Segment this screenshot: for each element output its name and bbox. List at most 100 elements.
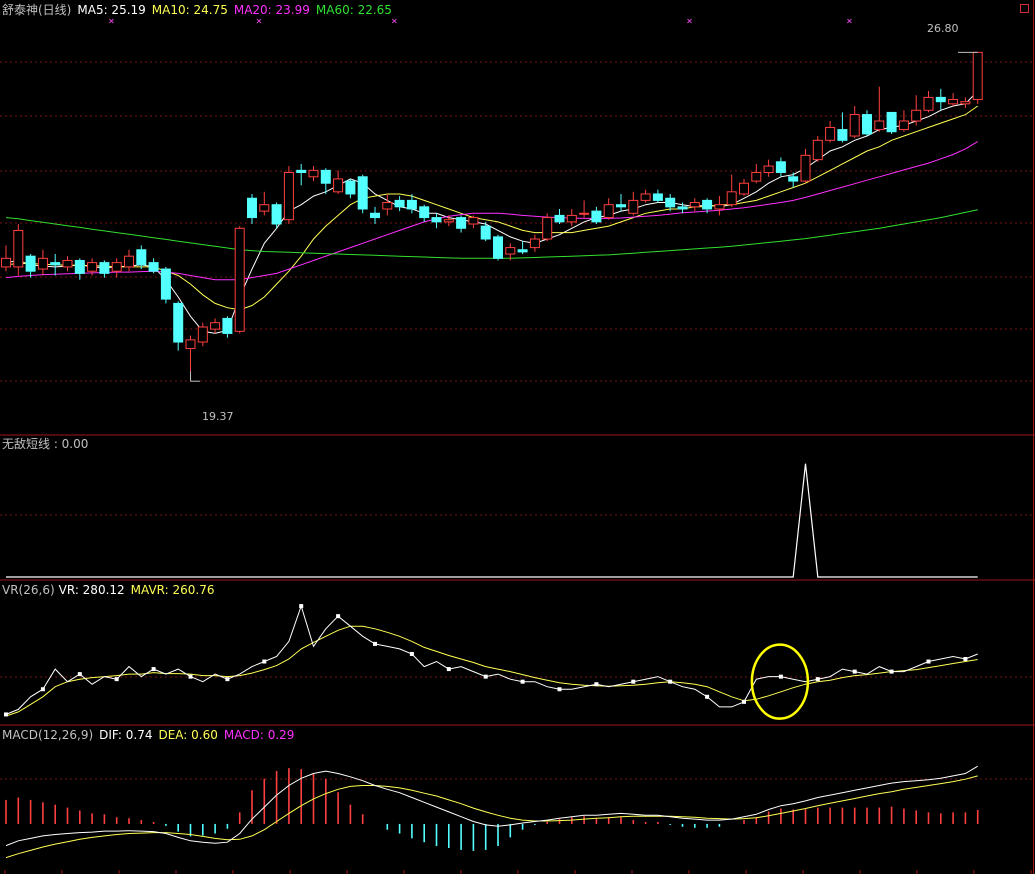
candle-up bbox=[87, 262, 98, 272]
candle-up bbox=[739, 182, 749, 195]
candle-up bbox=[210, 322, 221, 330]
candle-up bbox=[751, 172, 762, 182]
candle-up bbox=[308, 169, 319, 178]
candle-up bbox=[911, 109, 922, 122]
vr-point bbox=[778, 674, 783, 679]
candle-up bbox=[849, 114, 860, 137]
vr-point bbox=[114, 677, 119, 682]
candle-down bbox=[677, 206, 688, 210]
candle-down bbox=[148, 262, 159, 272]
candle-down bbox=[862, 114, 872, 135]
candle-down bbox=[296, 169, 307, 174]
candle-up bbox=[640, 193, 651, 201]
candle-down bbox=[886, 111, 897, 133]
candle-up bbox=[185, 339, 196, 349]
vr-name: VR(26,6) bbox=[2, 583, 55, 597]
candle-up bbox=[443, 219, 454, 223]
series-vr-line bbox=[5, 604, 978, 715]
series-dea-line bbox=[5, 775, 978, 859]
candle-up bbox=[1, 257, 11, 268]
candle-up bbox=[874, 120, 885, 131]
candle-down bbox=[222, 317, 233, 334]
candle-up bbox=[542, 217, 553, 240]
vr-point bbox=[373, 641, 377, 646]
candle-up bbox=[726, 191, 737, 206]
candle-down bbox=[25, 255, 36, 272]
candle-up bbox=[628, 199, 639, 214]
vr-point bbox=[852, 669, 857, 674]
candle-down bbox=[419, 206, 430, 219]
candle-up bbox=[566, 214, 577, 223]
candle-down bbox=[99, 262, 110, 274]
candle-up bbox=[898, 120, 909, 131]
price-header: 舒泰神(日线) MA5: 25.19 MA10: 24.75 MA20: 23.99 M… bbox=[2, 3, 398, 17]
candle-down bbox=[775, 161, 786, 173]
candle-down bbox=[247, 197, 257, 219]
series-mavr-line bbox=[5, 625, 978, 717]
candle-down bbox=[271, 204, 282, 225]
candle-down bbox=[480, 225, 491, 240]
marker-cross bbox=[391, 18, 397, 24]
candle-up bbox=[800, 154, 811, 182]
vr-point bbox=[188, 674, 193, 679]
candle-up bbox=[62, 259, 73, 268]
candle-down bbox=[370, 212, 380, 219]
ma10-value: MA10: 24.75 bbox=[151, 3, 228, 17]
vr-point bbox=[963, 657, 968, 661]
candle-up bbox=[37, 257, 48, 270]
candle-down bbox=[652, 193, 663, 201]
candle-down bbox=[394, 199, 405, 208]
marker-cross bbox=[256, 18, 262, 24]
signal-name: 无敌短线 : 0.00 bbox=[2, 437, 89, 451]
vr-point bbox=[594, 682, 599, 687]
vr-point bbox=[705, 694, 710, 699]
candle-down bbox=[517, 249, 528, 253]
vr-point bbox=[225, 677, 230, 682]
candle-down bbox=[788, 176, 799, 182]
dif-value: DIF: 0.74 bbox=[99, 728, 153, 742]
candle-down bbox=[591, 210, 602, 223]
vr-header: VR(26,6) VR: 280.12 MAVR: 260.76 bbox=[2, 583, 221, 597]
ma20-value: MA20: 23.99 bbox=[233, 3, 310, 17]
macd-header: MACD(12,26,9) DIF: 0.74 DEA: 0.60 MACD: 0.2… bbox=[2, 728, 300, 742]
stock-name: 舒泰神(日线) bbox=[2, 3, 72, 17]
candle-down bbox=[320, 169, 331, 184]
candle-up bbox=[960, 101, 971, 105]
candle-up bbox=[579, 212, 590, 215]
candle-up bbox=[382, 202, 393, 210]
panel-toggle-icon[interactable] bbox=[1020, 4, 1029, 13]
candle-up bbox=[714, 204, 725, 210]
mavr-value: MAVR: 260.76 bbox=[130, 583, 215, 597]
candle-down bbox=[493, 236, 503, 259]
signal-header: 无敌短线 : 0.00 bbox=[2, 437, 94, 451]
vr-point bbox=[4, 712, 8, 717]
chart-canvas[interactable] bbox=[0, 0, 1035, 874]
highlight-circle bbox=[750, 643, 810, 720]
candle-down bbox=[357, 176, 368, 210]
candle-up bbox=[234, 227, 245, 332]
vr-value: VR: 280.12 bbox=[58, 583, 125, 597]
candle-up bbox=[972, 51, 983, 101]
candle-up bbox=[111, 262, 122, 272]
series-dif-line bbox=[5, 765, 978, 847]
macd-value: MACD: 0.29 bbox=[223, 728, 295, 742]
low-price-label: 19.37 bbox=[202, 410, 234, 423]
candle-up bbox=[529, 238, 540, 249]
vr-point bbox=[557, 687, 562, 692]
macd-name: MACD(12,26,9) bbox=[2, 728, 94, 742]
vr-point bbox=[815, 677, 820, 682]
candle-up bbox=[825, 126, 836, 141]
vr-point bbox=[520, 679, 525, 684]
candle-up bbox=[603, 204, 614, 219]
series-ma60-line bbox=[5, 209, 978, 259]
vr-point bbox=[483, 674, 488, 679]
series-signal-line bbox=[6, 463, 978, 578]
candle-down bbox=[406, 199, 417, 210]
candle-down bbox=[173, 302, 184, 343]
vr-point bbox=[299, 604, 304, 609]
series-ma20-line bbox=[5, 141, 978, 281]
candle-down bbox=[837, 129, 848, 141]
vr-point bbox=[262, 659, 267, 664]
vr-point bbox=[631, 679, 636, 684]
vr-point bbox=[668, 679, 673, 684]
